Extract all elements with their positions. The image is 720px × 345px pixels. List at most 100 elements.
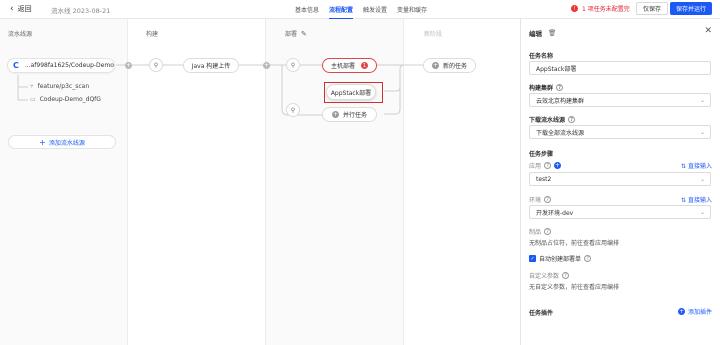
chevron-down-icon: ⌄: [699, 176, 705, 183]
plus-icon: +: [331, 111, 339, 118]
cluster-value: 云效北京构建集群: [536, 97, 585, 105]
custom-params-help-text: 无自定义参数，前往查看应用编排: [529, 284, 620, 291]
app-value: test2: [536, 175, 552, 183]
delete-icon[interactable]: 🗑: [548, 29, 556, 37]
help-icon[interactable]: ?: [562, 272, 570, 279]
artifact-label: 制品 ?: [529, 227, 552, 236]
add-stage-button[interactable]: +: [263, 62, 270, 69]
app-select[interactable]: test2 ⌄: [529, 172, 711, 186]
source-repo-card[interactable]: C ...af998fa1625/Codeup-Demo: [7, 58, 115, 73]
add-app-icon[interactable]: +: [554, 162, 562, 169]
plus-icon: +: [39, 137, 46, 147]
help-icon[interactable]: ?: [568, 116, 576, 123]
pipeline-canvas: 流水线源 构建 部署 ✎ 新阶段 C ...af998fa1625/Codeup…: [0, 19, 520, 345]
app-label-text: 应用: [529, 163, 542, 170]
custom-params-label-text: 自定义参数: [529, 273, 560, 280]
pin-icon: ⚲: [290, 106, 296, 114]
tab-pipeline-config[interactable]: 流程配置: [329, 0, 354, 19]
parallel-task-button[interactable]: + 并行任务: [322, 107, 377, 122]
help-icon[interactable]: ?: [544, 196, 552, 203]
panel-header: 编辑 🗑: [529, 28, 556, 38]
selection-highlight: [324, 82, 383, 103]
tab-bar: 基本信息 流程配置 触发设置 变量和缓存: [295, 0, 427, 19]
env-label-text: 环境: [529, 197, 542, 204]
chevron-down-icon: ⌄: [699, 129, 705, 136]
tab-variables-cache[interactable]: 变量和缓存: [397, 0, 427, 19]
source-repo: ▭ Codeup-Demo_dQfG: [30, 96, 101, 103]
custom-params-label: 自定义参数 ?: [529, 271, 570, 280]
cluster-label: 构建集群 ?: [529, 83, 564, 92]
tab-trigger-settings[interactable]: 触发设置: [363, 0, 387, 19]
tab-basic-info[interactable]: 基本信息: [295, 0, 319, 19]
edit-panel: 编辑 🗑 ✕ 任务名称 AppStack部署 构建集群 ? 云效北京构建集群 ⌄…: [520, 19, 720, 345]
download-select[interactable]: 下载全部流水线源 ⌄: [529, 125, 711, 139]
source-branch-label: feature/p3c_scan: [37, 83, 90, 90]
branch-icon: ⑂: [30, 83, 34, 90]
plugins-label: 任务插件: [529, 310, 554, 317]
task-name-label: 任务名称: [529, 53, 554, 60]
auto-create-row[interactable]: ✓ 自动创建部署单 ?: [529, 254, 592, 263]
codeup-logo-icon: C: [13, 61, 19, 70]
env-direct-input-text: 直接输入: [687, 197, 712, 204]
cluster-select[interactable]: 云效北京构建集群 ⌄: [529, 93, 711, 107]
add-stage-button[interactable]: +: [125, 62, 132, 69]
build-job-node[interactable]: Java 构建上传: [183, 58, 239, 73]
add-plugin-link[interactable]: + 添加插件: [677, 307, 712, 316]
save-and-run-button[interactable]: 保存并运行: [670, 2, 713, 15]
host-deploy-node[interactable]: 主机部署 1: [322, 58, 377, 73]
panel-title: 编辑: [529, 30, 542, 38]
artifact-label-text: 制品: [529, 229, 542, 236]
env-select[interactable]: 开发环境-dev ⌄: [529, 205, 711, 219]
cluster-label-text: 构建集群: [529, 85, 554, 92]
plus-icon: +: [431, 62, 439, 69]
artifact-help-text: 无制品占位符，前往查看应用编排: [529, 240, 620, 247]
add-source-label: 添加流水线源: [48, 139, 85, 147]
folder-icon: ▭: [30, 96, 36, 103]
auto-create-label: 自动创建部署单: [539, 256, 582, 263]
task-name-input[interactable]: AppStack部署: [529, 61, 711, 75]
build-stage-handle[interactable]: ⚲: [149, 58, 163, 72]
chevron-left-icon: ‹: [10, 3, 14, 14]
help-icon[interactable]: ?: [584, 255, 592, 262]
parallel-task-label: 并行任务: [342, 112, 367, 119]
alert-icon: !: [571, 5, 578, 12]
app-direct-input-link[interactable]: ⇅ 直接输入: [681, 161, 712, 170]
download-label-text: 下载流水线源: [529, 117, 566, 124]
app-label: 应用 ? +: [529, 161, 562, 170]
download-value: 下载全部流水线源: [536, 129, 585, 137]
chevron-down-icon: ⌄: [699, 97, 705, 104]
source-repo-label: ...af998fa1625/Codeup-Demo: [24, 62, 114, 69]
source-branch: ⑂ feature/p3c_scan: [30, 83, 89, 90]
deploy-stage-handle[interactable]: ⚲: [286, 58, 300, 72]
new-task-label: 新的任务: [442, 63, 467, 70]
add-source-button[interactable]: + 添加流水线源: [8, 135, 116, 149]
app-direct-input-text: 直接输入: [687, 163, 712, 170]
plus-icon: +: [677, 308, 685, 315]
help-icon[interactable]: ?: [544, 228, 552, 235]
error-badge: 1: [361, 62, 368, 69]
pin-icon: ⚲: [290, 61, 296, 69]
new-task-button[interactable]: + 新的任务: [423, 58, 476, 73]
auto-create-checkbox[interactable]: ✓: [529, 255, 536, 262]
host-deploy-label: 主机部署: [330, 63, 355, 70]
add-plugin-text: 添加插件: [687, 309, 712, 316]
env-label: 环境 ?: [529, 195, 552, 204]
back-button[interactable]: ‹ 返回: [10, 4, 32, 14]
help-icon[interactable]: ?: [556, 84, 564, 91]
pin-icon: ⚲: [153, 61, 159, 69]
warning-text: 1 项任务未配置完: [582, 6, 630, 13]
pipeline-name: 流水线 2023-08-21: [51, 7, 111, 15]
download-label: 下载流水线源 ?: [529, 115, 576, 124]
save-only-button[interactable]: 仅保存: [636, 2, 669, 15]
incomplete-task-warning[interactable]: ! 1 项任务未配置完: [571, 4, 630, 13]
env-value: 开发环境-dev: [536, 209, 574, 217]
close-icon[interactable]: ✕: [704, 26, 712, 36]
source-repo-name: Codeup-Demo_dQfG: [39, 96, 101, 103]
chevron-down-icon: ⌄: [699, 209, 705, 216]
steps-label: 任务步骤: [529, 151, 554, 158]
back-label: 返回: [17, 5, 32, 13]
help-icon[interactable]: ?: [544, 162, 552, 169]
deploy-parallel-handle[interactable]: ⚲: [286, 103, 300, 117]
top-bar: ‹ 返回 流水线 2023-08-21 基本信息 流程配置 触发设置 变量和缓存…: [0, 0, 720, 19]
env-direct-input-link[interactable]: ⇅ 直接输入: [681, 195, 712, 204]
